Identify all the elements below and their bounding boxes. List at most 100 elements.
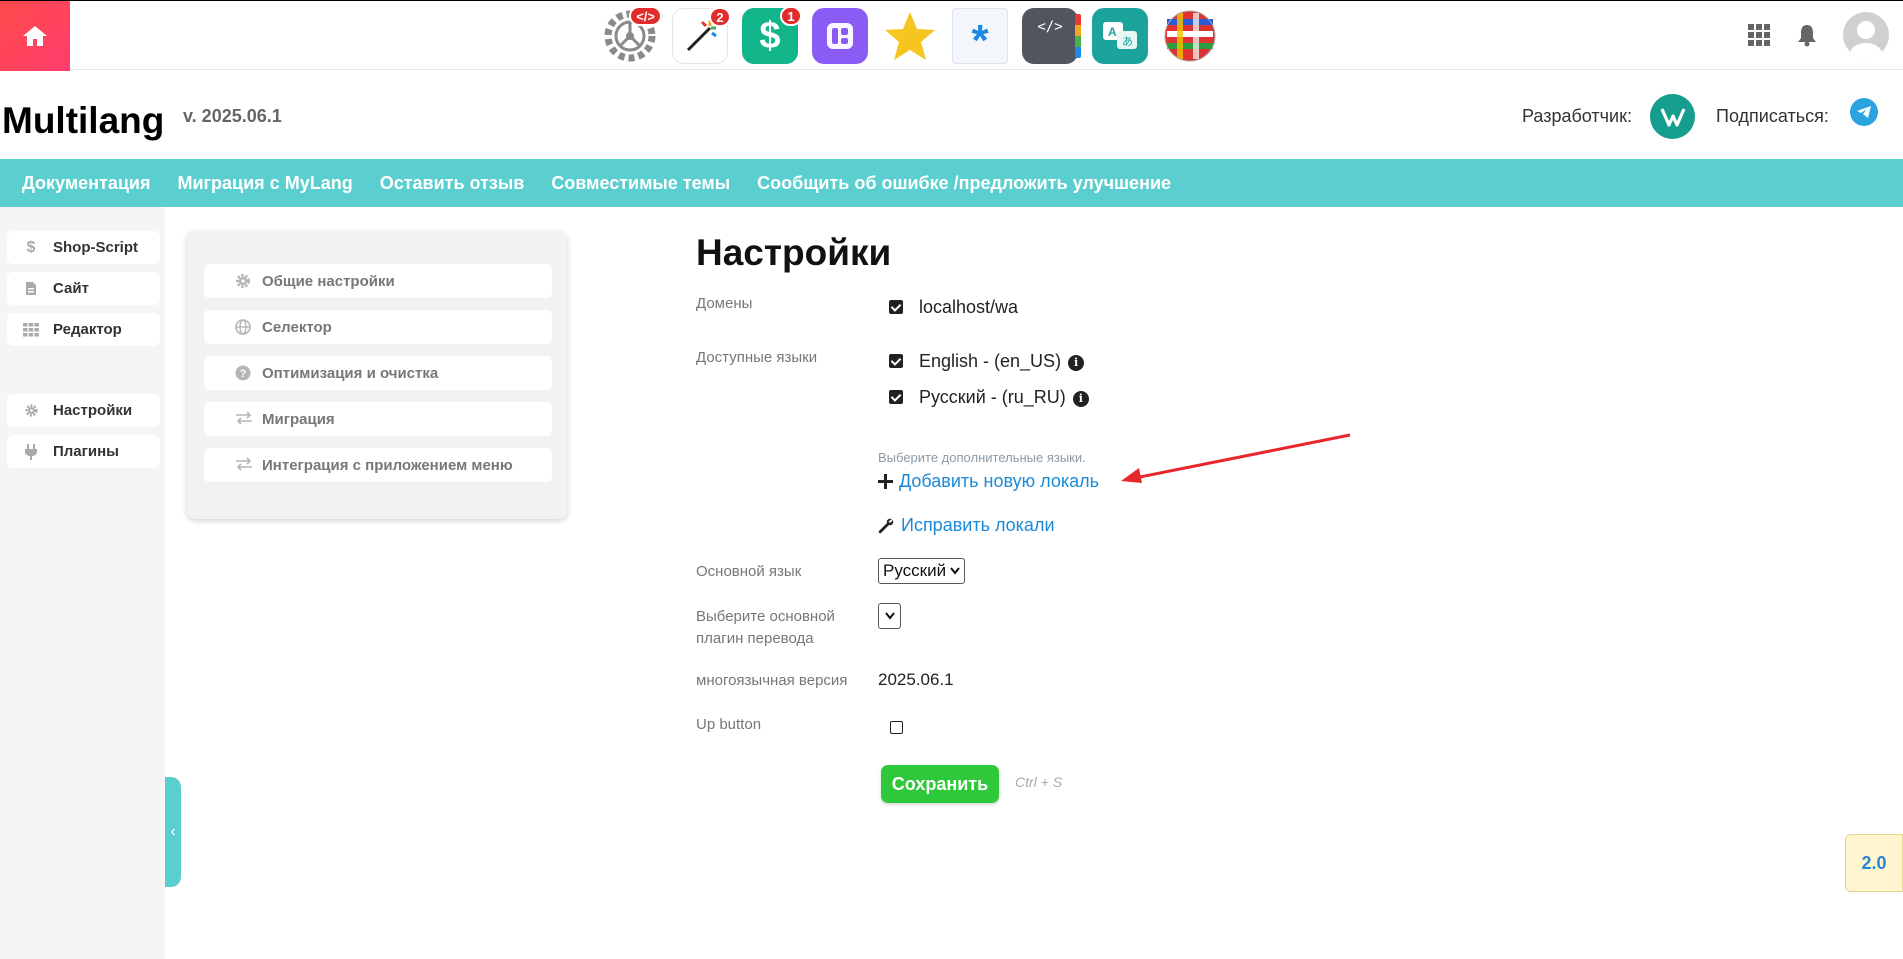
translate-app-icon[interactable]: Aあ bbox=[1092, 8, 1148, 64]
settings-menu: Общие настройки Селектор ? Оптимизация и… bbox=[187, 231, 567, 519]
info-icon[interactable]: i bbox=[1072, 390, 1089, 407]
app-launcher: </> 2 $ 1 * </> Aあ bbox=[602, 6, 1218, 64]
languages-label: Доступные языки bbox=[696, 349, 818, 366]
top-right-controls bbox=[1747, 12, 1889, 58]
ml-version-value: 2025.06.1 bbox=[878, 670, 954, 689]
sidebar-item-label: Shop-Script bbox=[53, 239, 138, 256]
sidebar-item-plugins[interactable]: Плагины bbox=[7, 435, 160, 468]
code-app-icon[interactable]: </> bbox=[1022, 8, 1081, 64]
top-nav: Документация Миграция с MyLang Оставить … bbox=[0, 159, 1903, 207]
menu-item-menu-integration[interactable]: Интеграция с приложением меню bbox=[204, 448, 552, 482]
menu-item-general-settings[interactable]: Общие настройки bbox=[204, 264, 552, 298]
add-locale-link[interactable]: Добавить новую локаль bbox=[878, 471, 1099, 492]
gear-icon bbox=[21, 403, 41, 418]
language-checkbox-en[interactable] bbox=[889, 354, 903, 368]
nav-migration-mylang[interactable]: Миграция с MyLang bbox=[177, 173, 352, 194]
save-button[interactable]: Сохранить bbox=[881, 765, 999, 803]
translate-plugin-label-line2: плагин перевода bbox=[696, 630, 814, 647]
bell-icon[interactable] bbox=[1797, 23, 1817, 47]
page-title: Настройки bbox=[696, 232, 892, 273]
language-checkbox-ru[interactable] bbox=[889, 390, 903, 404]
domain-checkbox[interactable] bbox=[889, 300, 903, 314]
additional-languages-hint: Выберите дополнительные языки. bbox=[878, 450, 1086, 465]
sidebar-item-editor[interactable]: Редактор bbox=[7, 313, 160, 346]
home-icon bbox=[23, 26, 47, 46]
svg-text:あ: あ bbox=[1122, 35, 1133, 48]
star-app-icon[interactable] bbox=[882, 8, 938, 64]
sidebar-collapse-handle[interactable]: ‹ bbox=[165, 777, 181, 887]
language-ru: Русский - (ru_RU) i bbox=[919, 387, 1089, 408]
app-version: v. 2025.06.1 bbox=[183, 106, 282, 126]
main-language-select[interactable]: Русский bbox=[878, 558, 965, 584]
fix-locales-link[interactable]: Исправить локали bbox=[877, 515, 1055, 536]
menu-item-label: Миграция bbox=[262, 410, 335, 428]
domains-label: Домены bbox=[696, 295, 753, 312]
user-avatar[interactable] bbox=[1843, 12, 1889, 58]
exchange-icon bbox=[235, 411, 253, 429]
menu-item-label: Общие настройки bbox=[262, 272, 395, 290]
translate-plugin-label-line1: Выберите основной bbox=[696, 608, 835, 625]
language-en: English - (en_US) i bbox=[919, 351, 1085, 372]
floating-version-badge[interactable]: 2.0 bbox=[1845, 834, 1903, 892]
subscribe-label: Подписаться: bbox=[1716, 106, 1829, 126]
chevron-down-icon bbox=[950, 567, 960, 575]
table-icon bbox=[21, 322, 41, 337]
fix-locales-label: Исправить локали bbox=[901, 515, 1055, 535]
top-bar: </> 2 $ 1 * </> Aあ bbox=[0, 0, 1903, 71]
annotation-arrow bbox=[1121, 433, 1351, 483]
nav-leave-review[interactable]: Оставить отзыв bbox=[380, 173, 525, 194]
telegram-icon[interactable] bbox=[1850, 98, 1878, 126]
developer-logo-icon bbox=[1660, 107, 1685, 127]
nav-report-bug[interactable]: Сообщить об ошибке /предложить улучшение bbox=[757, 173, 1171, 194]
language-en-label: English - (en_US) bbox=[919, 351, 1062, 371]
sidebar-item-label: Сайт bbox=[53, 280, 89, 297]
svg-text:?: ? bbox=[240, 368, 247, 380]
app-header: Multilang v. 2025.06.1 Разработчик: Подп… bbox=[0, 70, 1903, 158]
app-badge: </> bbox=[629, 6, 662, 26]
file-icon bbox=[21, 281, 41, 296]
menu-item-optimization[interactable]: ? Оптимизация и очистка bbox=[204, 356, 552, 390]
developer-app-icon[interactable]: </> bbox=[602, 6, 662, 64]
svg-text:A: A bbox=[1108, 25, 1117, 39]
apps-grid-icon[interactable] bbox=[1747, 23, 1771, 47]
shop-app-icon[interactable]: $ 1 bbox=[742, 6, 802, 64]
info-icon[interactable]: i bbox=[1068, 354, 1085, 371]
chevron-down-icon bbox=[884, 612, 895, 620]
menu-item-migration[interactable]: Миграция bbox=[204, 402, 552, 436]
add-locale-label: Добавить новую локаль bbox=[899, 471, 1100, 491]
flags-globe-app-icon[interactable] bbox=[1162, 8, 1218, 64]
gear-icon bbox=[235, 273, 251, 293]
magic-wand-app-icon[interactable]: 2 bbox=[672, 7, 731, 64]
sidebar-item-site[interactable]: Сайт bbox=[7, 272, 160, 305]
home-button[interactable] bbox=[0, 1, 70, 71]
left-sidebar: $ Shop-Script Сайт Редактор Настройки Пл… bbox=[0, 207, 165, 959]
nav-compatible-themes[interactable]: Совместимые темы bbox=[551, 173, 730, 194]
ml-version-label: многоязычная версия bbox=[696, 672, 848, 689]
user-icon bbox=[1850, 21, 1882, 58]
plus-icon bbox=[878, 474, 893, 489]
chevron-left-icon: ‹ bbox=[170, 823, 176, 840]
sidebar-item-label: Настройки bbox=[53, 402, 133, 419]
developer-label: Разработчик: bbox=[1522, 106, 1632, 126]
plug-icon bbox=[21, 443, 41, 460]
site-app-icon[interactable] bbox=[812, 8, 868, 64]
translate-plugin-select[interactable] bbox=[878, 603, 901, 629]
main-language-label: Основной язык bbox=[696, 563, 802, 580]
main-language-value: Русский bbox=[883, 561, 947, 580]
menu-item-label: Оптимизация и очистка bbox=[262, 364, 439, 382]
sidebar-item-settings[interactable]: Настройки bbox=[7, 394, 160, 427]
nav-documentation[interactable]: Документация bbox=[22, 173, 150, 194]
domain-value: localhost/wa bbox=[919, 297, 1019, 317]
globe-icon bbox=[235, 319, 251, 339]
asterisk-app-icon[interactable]: * bbox=[952, 8, 1008, 64]
sidebar-item-shop-script[interactable]: $ Shop-Script bbox=[7, 231, 160, 264]
up-button-checkbox[interactable] bbox=[890, 721, 903, 734]
question-circle-icon: ? bbox=[235, 365, 251, 385]
translate-plugin-label: Выберите основной плагин перевода bbox=[696, 606, 835, 650]
menu-item-selector[interactable]: Селектор bbox=[204, 310, 552, 344]
wrench-icon bbox=[878, 518, 894, 533]
menu-item-label: Селектор bbox=[262, 318, 332, 336]
developer-logo[interactable] bbox=[1650, 94, 1695, 139]
exchange-icon bbox=[235, 457, 253, 475]
sidebar-item-label: Редактор bbox=[53, 321, 122, 338]
